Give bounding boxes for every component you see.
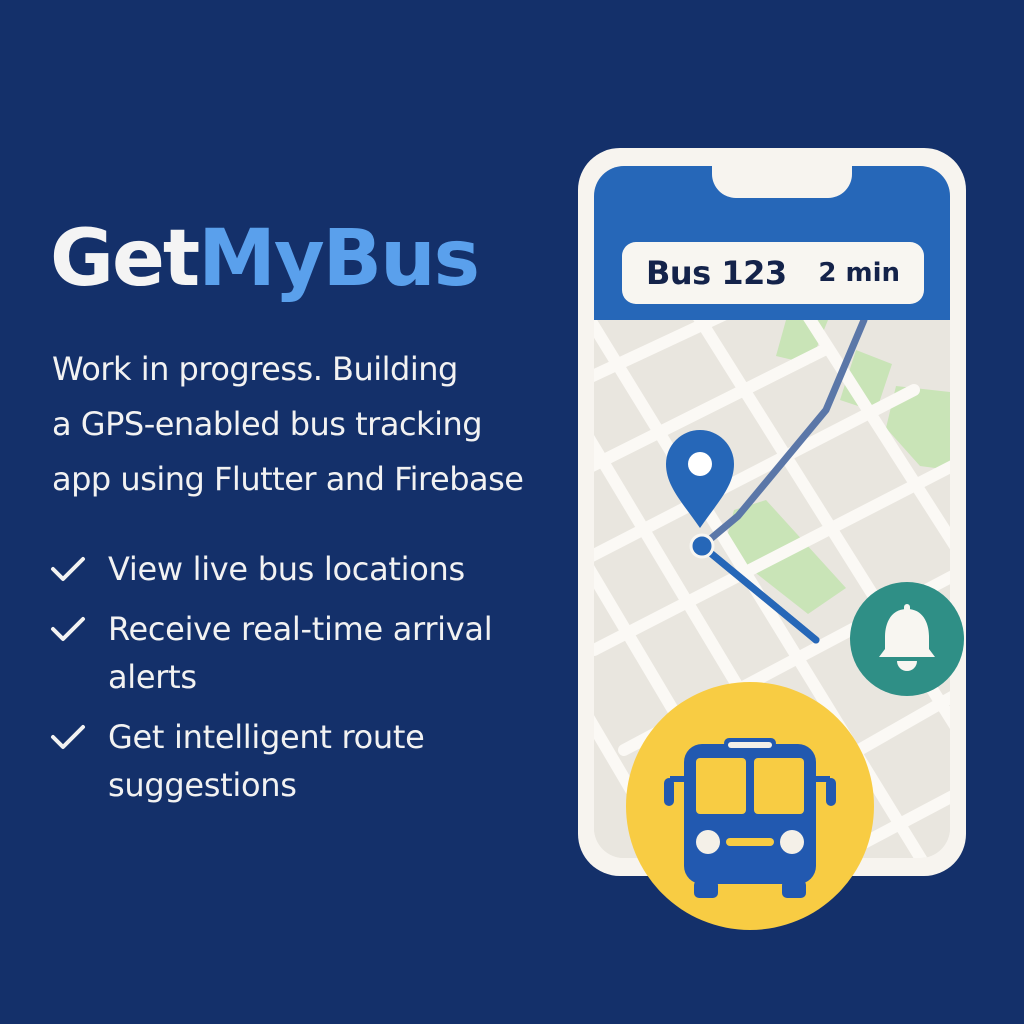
tagline-line-1: Work in progress. Building: [52, 350, 458, 388]
check-icon: [51, 617, 85, 641]
alert-bell-button[interactable]: [850, 582, 964, 696]
app-title: GetMyBus: [50, 220, 480, 298]
bus-icon: [664, 738, 836, 898]
current-location-dot: [689, 533, 715, 559]
feature-item-live-locations: View live bus locations: [50, 545, 548, 593]
tagline-line-2: a GPS-enabled bus tracking: [52, 405, 483, 443]
feature-label: View live bus locations: [108, 550, 465, 588]
phone-notch: [712, 166, 852, 198]
app-title-get: Get: [50, 214, 200, 304]
app-title-mybus: MyBus: [198, 214, 480, 304]
bus-number-label: Bus 123: [646, 254, 787, 292]
tagline-line-3: app using Flutter and Firebase: [52, 460, 524, 498]
bus-button[interactable]: [626, 682, 874, 930]
feature-item-arrival-alerts: Receive real-time arrival alerts: [50, 605, 548, 701]
eta-label: 2 min: [818, 258, 900, 288]
check-icon: [51, 557, 85, 581]
bus-eta-card[interactable]: Bus 123 2 min: [622, 242, 924, 304]
feature-item-route-suggestions: Get intelligent route suggestions: [50, 713, 548, 809]
tagline: Work in progress. Building a GPS-enabled…: [52, 342, 572, 507]
bell-icon: [879, 604, 935, 671]
app-header: Bus 123 2 min: [594, 166, 950, 320]
check-icon: [51, 725, 85, 749]
feature-label: Get intelligent route suggestions: [108, 718, 425, 804]
feature-label: Receive real-time arrival alerts: [108, 610, 493, 696]
feature-list: View live bus locations Receive real-tim…: [50, 545, 548, 809]
